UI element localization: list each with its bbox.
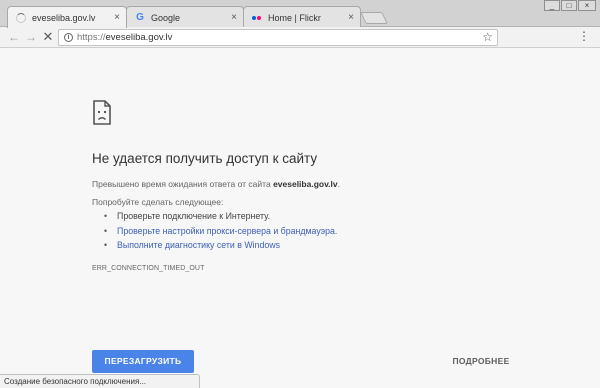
status-bubble: Создание безопасного подключения... (0, 374, 200, 388)
bookmark-star-icon[interactable]: ☆ (482, 30, 493, 44)
tab-google[interactable]: G Google × (126, 6, 244, 28)
timeout-message: Превышено время ожидания ответа от сайта… (92, 179, 340, 189)
details-button[interactable]: ПОДРОБНЕЕ (446, 354, 516, 369)
minimize-button[interactable]: _ (544, 0, 560, 11)
suggestion-check-connection: Проверьте подключение к Интернету. (104, 209, 337, 224)
tab-title: Google (151, 12, 181, 23)
toolbar: ← → ✕ i https://eveseliba.gov.lv ☆ ⋮ (0, 27, 600, 48)
suggestion-run-diagnostics-link[interactable]: Выполните диагностику сети в Windows (104, 238, 337, 253)
timeout-prefix: Превышено время ожидания ответа от сайта (92, 179, 274, 189)
error-code: ERR_CONNECTION_TIMED_OUT (92, 265, 205, 272)
site-info-icon[interactable]: i (64, 33, 73, 42)
tab-flickr[interactable]: Home | Flickr × (243, 6, 361, 28)
tab-title: eveseliba.gov.lv (32, 12, 96, 23)
google-icon: G (136, 11, 144, 23)
error-heading: Не удается получить доступ к сайту (92, 151, 318, 166)
flickr-icon (252, 13, 262, 23)
forward-button[interactable]: → (24, 30, 38, 44)
close-tab-icon[interactable]: × (231, 12, 237, 23)
close-tab-icon[interactable]: × (348, 12, 354, 23)
url-text[interactable]: https://eveseliba.gov.lv (77, 32, 172, 43)
loading-spinner-icon (16, 12, 26, 23)
timeout-suffix: . (337, 179, 341, 189)
reload-button[interactable]: ПЕРЕЗАГРУЗИТЬ (92, 350, 194, 373)
tab-title: Home | Flickr (268, 12, 321, 23)
url-scheme: https:// (77, 32, 106, 43)
back-button[interactable]: ← (7, 30, 21, 44)
try-label: Попробуйте сделать следующее: (92, 197, 224, 207)
tab-strip: eveseliba.gov.lv × G Google × Home | Fli… (0, 0, 600, 28)
address-bar[interactable]: i https://eveseliba.gov.lv ☆ (58, 29, 498, 46)
suggestions-list: Проверьте подключение к Интернету. Прове… (104, 209, 337, 253)
new-tab-button[interactable] (360, 12, 388, 24)
close-tab-icon[interactable]: × (114, 12, 120, 23)
suggestion-check-proxy-link[interactable]: Проверьте настройки прокси-сервера и бра… (104, 224, 337, 239)
close-window-button[interactable]: × (578, 0, 596, 11)
maximize-button[interactable]: □ (561, 0, 577, 11)
stop-button[interactable]: ✕ (41, 30, 55, 44)
window-controls: _ □ × (543, 0, 596, 11)
url-host: eveseliba.gov.lv (105, 32, 173, 43)
menu-icon[interactable]: ⋮ (578, 29, 590, 43)
tab-eveseliba[interactable]: eveseliba.gov.lv × (7, 6, 127, 28)
timeout-host: eveseliba.gov.lv (273, 179, 338, 189)
sad-page-icon (93, 100, 111, 125)
